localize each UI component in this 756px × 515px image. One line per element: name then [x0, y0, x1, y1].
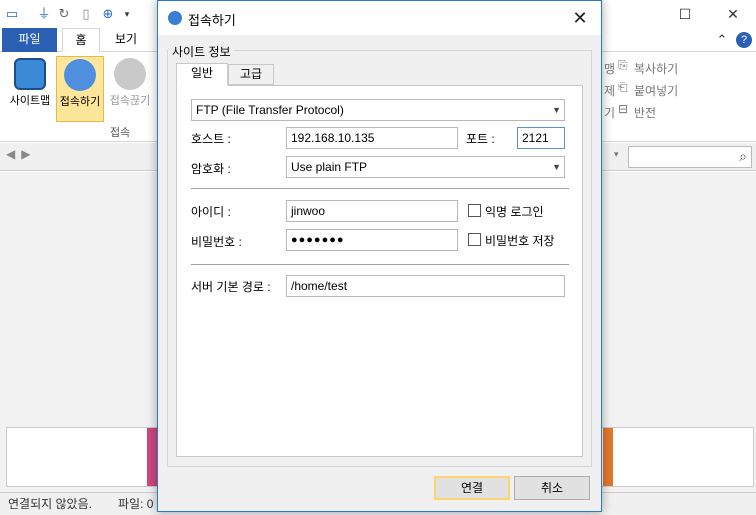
collapse-ribbon-icon[interactable]: ⌃ — [714, 32, 730, 48]
anonymous-login-checkbox[interactable] — [468, 204, 481, 217]
port-input[interactable]: 2121 — [517, 127, 565, 149]
nav-arrows-icon[interactable]: ◀▶ — [6, 147, 36, 161]
cancel-button[interactable]: 취소 — [514, 476, 590, 500]
sitemap-label: 사이트맵 — [9, 95, 51, 107]
sitemap-button[interactable]: 사이트맵 — [6, 56, 54, 122]
ribbon-partial-1: 맹 — [604, 62, 616, 76]
general-tab-panel: FTP (File Transfer Protocol) ▼ 호스트 : 192… — [176, 85, 583, 457]
ribbon-partial-3: 기 — [604, 106, 616, 120]
copy-button[interactable]: 복사하기 — [634, 60, 678, 77]
site-info-title: 사이트 정보 — [169, 43, 234, 60]
file-count: 파일: 0 — [118, 497, 154, 511]
help-icon[interactable]: ? — [736, 32, 752, 48]
disconnect-button[interactable]: 접속끊기 — [106, 56, 154, 122]
search-icon[interactable]: ⌕ — [739, 148, 747, 165]
add-icon[interactable]: ⊕ — [100, 6, 116, 22]
separator — [191, 264, 569, 265]
plug-icon — [168, 11, 182, 25]
protocol-value: FTP (File Transfer Protocol) — [196, 103, 344, 117]
password-input[interactable]: ●●●●●●● — [286, 229, 458, 251]
connect-button[interactable]: 접속하기 — [56, 56, 104, 122]
tab-file[interactable]: 파일 — [2, 28, 57, 52]
save-password-checkbox[interactable] — [468, 233, 481, 246]
restore-button[interactable]: ☐ — [662, 0, 708, 28]
encryption-label: 암호화 : — [191, 162, 231, 176]
copy-icon: ⎘ — [618, 58, 628, 72]
tab-view[interactable]: 보기 — [106, 28, 146, 52]
plug-icon — [64, 59, 96, 91]
server-path-input[interactable]: /home/test — [286, 275, 565, 297]
invert-icon: ⊟ — [618, 102, 629, 116]
port-label: 포트 : — [466, 132, 495, 146]
connection-status: 연결되지 않았음. — [8, 497, 92, 511]
dialog-titlebar[interactable]: 접속하기 ✕ — [158, 1, 601, 35]
encryption-value: Use plain FTP — [291, 160, 368, 174]
encryption-select[interactable]: Use plain FTP ▼ — [286, 156, 565, 178]
connect-quick-icon[interactable]: ⏚ — [36, 6, 52, 22]
path-dropdown-icon[interactable]: ▾ — [614, 149, 619, 160]
tab-advanced[interactable]: 고급 — [228, 64, 274, 85]
id-input[interactable]: jinwoo — [286, 200, 458, 222]
anonymous-login-label: 익명 로그인 — [485, 205, 544, 219]
file-icon[interactable]: ▯ — [78, 6, 94, 22]
tab-general[interactable]: 일반 — [176, 63, 228, 86]
host-label: 호스트 : — [191, 132, 231, 146]
connect-label: 접속하기 — [59, 96, 101, 108]
connect-confirm-button[interactable]: 연결 — [434, 476, 510, 500]
close-app-button[interactable]: ✕ — [710, 0, 756, 28]
disconnect-label: 접속끊기 — [109, 95, 151, 107]
paste-button[interactable]: 붙여넣기 — [634, 82, 678, 99]
close-dialog-button[interactable]: ✕ — [565, 5, 595, 31]
tab-home[interactable]: 홈 — [62, 28, 100, 52]
host-input[interactable]: 192.168.10.135 — [286, 127, 458, 149]
transfer-indicator-right — [603, 428, 613, 486]
save-password-label: 비밀번호 저장 — [485, 234, 555, 248]
paste-icon: ⎗ — [618, 80, 628, 94]
dialog-title: 접속하기 — [188, 13, 236, 28]
connect-dialog: 접속하기 ✕ 사이트 정보 일반 고급 FTP (File Transfer P… — [157, 0, 602, 512]
chevron-down-icon: ▼ — [552, 105, 561, 115]
search-input[interactable]: ⌕ — [628, 146, 752, 168]
ribbon-partial-2: 제 — [604, 84, 616, 98]
protocol-select[interactable]: FTP (File Transfer Protocol) ▼ — [191, 99, 565, 121]
refresh-icon[interactable]: ↻ — [56, 6, 72, 22]
chevron-down-icon: ▼ — [552, 162, 561, 172]
server-path-label: 서버 기본 경로 : — [191, 280, 271, 294]
app-logo-icon: ▭ — [5, 6, 19, 21]
customize-dropdown-icon[interactable]: ▾ — [119, 6, 135, 22]
id-label: 아이디 : — [191, 205, 231, 219]
unplug-icon — [114, 58, 146, 90]
invert-button[interactable]: 반전 — [634, 104, 656, 121]
password-label: 비밀번호 : — [191, 235, 242, 249]
separator — [191, 188, 569, 189]
sitemap-icon — [14, 58, 46, 90]
connect-group-label: 접속 — [110, 127, 131, 139]
